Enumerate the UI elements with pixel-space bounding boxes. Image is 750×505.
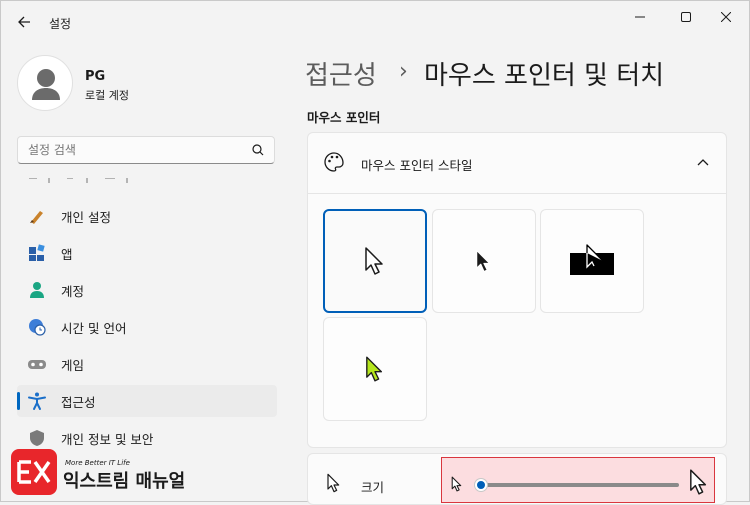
nav-label: 개인 설정: [61, 209, 111, 225]
search-icon[interactable]: [250, 142, 266, 158]
nav-item-gaming[interactable]: 게임: [17, 348, 277, 380]
pointer-style-custom[interactable]: [323, 317, 427, 421]
minimize-icon: [635, 16, 645, 18]
apps-icon: [27, 243, 47, 263]
back-arrow-icon: [18, 16, 30, 28]
chevron-up-icon[interactable]: [695, 155, 711, 171]
cursor-large-icon: [690, 469, 707, 495]
nav-label: 시간 및 언어: [61, 320, 127, 336]
pointer-style-white[interactable]: [323, 209, 427, 313]
time-language-icon: [27, 317, 47, 337]
pointer-size-label: 크기: [361, 480, 385, 495]
nav-active-indicator: [17, 392, 20, 410]
pointer-size-slider[interactable]: [479, 483, 679, 487]
nav-item-time-language[interactable]: 시간 및 언어: [17, 311, 277, 343]
avatar[interactable]: [17, 55, 73, 111]
cursor-size-icon: [327, 473, 340, 493]
shield-icon: [27, 428, 47, 448]
brand-logo: [11, 449, 57, 495]
brand-tagline: More Better IT Life: [65, 459, 130, 467]
user-avatar-icon: [32, 69, 60, 100]
cursor-inverted-icon: [570, 244, 614, 275]
nav-item-accessibility[interactable]: 접근성: [17, 385, 277, 417]
cursor-white-icon: [365, 247, 383, 275]
brush-icon: [27, 206, 47, 226]
nav-item-accounts[interactable]: 계정: [17, 274, 277, 306]
nav-label: 게임: [61, 357, 85, 373]
app-title: 설정: [49, 17, 72, 31]
accessibility-icon: [27, 391, 47, 411]
search-box[interactable]: [17, 136, 275, 164]
nav-label: 계정: [61, 283, 85, 299]
nav-label: 개인 정보 및 보안: [61, 431, 154, 447]
breadcrumb-parent[interactable]: 접근성: [305, 55, 377, 92]
brand-name: 익스트림 매뉴얼: [63, 471, 186, 492]
nav-item-apps[interactable]: 앱: [17, 237, 277, 269]
palette-icon: [324, 152, 344, 172]
close-icon: [721, 12, 731, 22]
cursor-small-icon: [451, 476, 462, 492]
nav-label: 앱: [61, 246, 73, 262]
breadcrumb-separator: ›: [399, 59, 408, 84]
section-title: 마우스 포인터: [307, 110, 381, 125]
minimize-button[interactable]: [617, 1, 663, 33]
slider-thumb[interactable]: [475, 479, 487, 491]
cursor-black-icon: [476, 249, 491, 273]
nav-label: 접근성: [61, 394, 96, 410]
pointer-style-black[interactable]: [432, 209, 536, 313]
brand-ex-icon: [17, 460, 51, 484]
user-name: PG: [85, 69, 106, 84]
nav-item-privacy-security[interactable]: 개인 정보 및 보안: [17, 422, 277, 454]
pointer-style-title: 마우스 포인터 스타일: [361, 158, 473, 173]
close-button[interactable]: [703, 1, 749, 33]
account-type: 로컬 계정: [85, 89, 129, 102]
maximize-icon: [681, 12, 691, 22]
cursor-custom-icon: [366, 356, 383, 382]
search-input[interactable]: [18, 137, 238, 163]
nav-item-personalization[interactable]: 개인 설정: [17, 200, 277, 232]
page-title: 마우스 포인터 및 터치: [424, 61, 665, 91]
pointer-style-inverted[interactable]: [540, 209, 644, 313]
back-button[interactable]: [9, 7, 39, 37]
account-icon: [27, 280, 47, 300]
nav-item-clipped: [27, 173, 177, 183]
gamepad-icon: [27, 354, 47, 374]
